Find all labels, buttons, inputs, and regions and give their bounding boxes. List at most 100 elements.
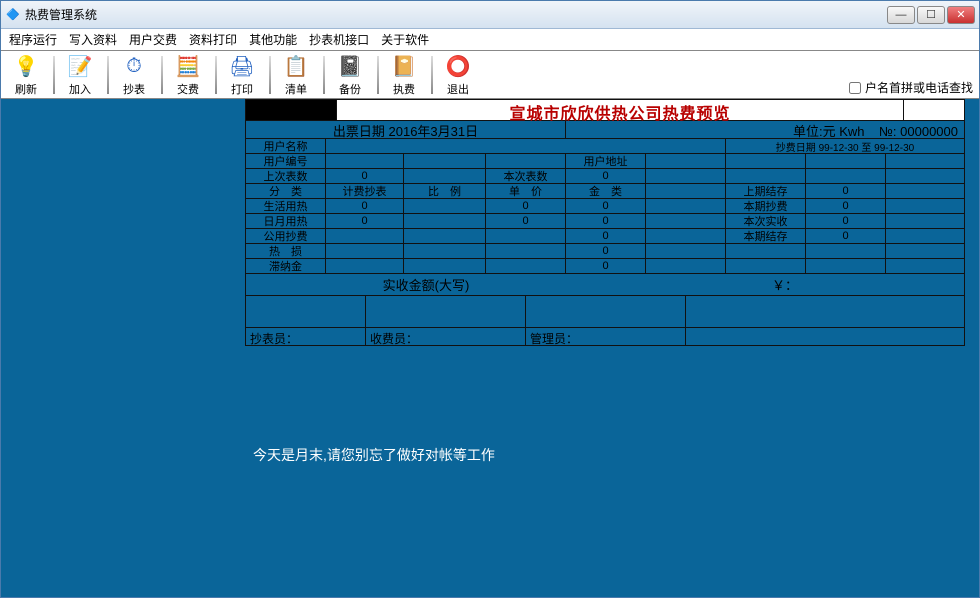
- menu-about[interactable]: 关于软件: [375, 29, 435, 50]
- amount-symbol: ￥：: [772, 275, 798, 294]
- grid-cell: 计费抄表: [326, 184, 404, 198]
- grid-row: 生活用热000本期抄费0: [246, 199, 964, 214]
- printer-icon: 🖨: [228, 53, 256, 81]
- grid-row: 滞纳金0: [246, 259, 964, 274]
- toolbar-separator: [215, 56, 217, 94]
- grid-cell: [646, 184, 726, 198]
- preview-title-row: 宣城市欣欣供热公司热费预览: [245, 99, 965, 121]
- sign-collector: 收费员：: [370, 330, 418, 347]
- grid-cell: [404, 199, 486, 213]
- tool-add[interactable]: 📝加入: [59, 53, 101, 97]
- grid-cell: 0: [806, 214, 886, 228]
- grid-cell: 0: [566, 229, 646, 243]
- grid-row: 公用抄费0本期结存0: [246, 229, 964, 244]
- grid-cell: 本次表数: [486, 169, 566, 183]
- grid-cell: 0: [326, 214, 404, 228]
- titlebar: 🔷 热费管理系统 — ☐ ✕: [1, 1, 979, 29]
- grid-cell: [486, 244, 566, 258]
- grid-cell: [646, 154, 726, 168]
- minimize-button[interactable]: —: [887, 6, 915, 24]
- grid-cell: [886, 259, 964, 273]
- tool-pay[interactable]: 🧮交费: [167, 53, 209, 97]
- grid-cell: 0: [566, 214, 646, 228]
- grid-cell: 0: [566, 244, 646, 258]
- grid-cell: [326, 259, 404, 273]
- unit-label: 单位:元 Kwh: [793, 124, 865, 138]
- tool-list[interactable]: 📋清单: [275, 53, 317, 97]
- grid-cell: 0: [486, 199, 566, 213]
- issue-date-value: 2016年3月31日: [389, 124, 479, 138]
- grid-cell: 0: [806, 184, 886, 198]
- grid-cell: [404, 214, 486, 228]
- sign-row: 抄表员： 收费员： 管理员：: [245, 328, 965, 346]
- grid-cell: 0: [566, 169, 646, 183]
- maximize-button[interactable]: ☐: [917, 6, 945, 24]
- grid-cell: 生活用热: [246, 199, 326, 213]
- grid-cell: 比 例: [404, 184, 486, 198]
- grid-cell: [326, 244, 404, 258]
- grid-cell: 用户名称: [246, 139, 326, 153]
- window-buttons: — ☐ ✕: [887, 6, 975, 24]
- grid-cell: 公用抄费: [246, 229, 326, 243]
- grid-row: 日月用热000本次实收0: [246, 214, 964, 229]
- menu-input[interactable]: 写入资料: [63, 29, 123, 50]
- grid-cell: 0: [806, 199, 886, 213]
- grid-cell: [326, 154, 404, 168]
- grid-cell: [326, 139, 726, 153]
- grid-cell: [886, 214, 964, 228]
- grid-cell: 0: [326, 199, 404, 213]
- toolbar-separator: [377, 56, 379, 94]
- tool-meter[interactable]: ⏱抄表: [113, 53, 155, 97]
- toolbar-separator: [107, 56, 109, 94]
- grid-cell: [886, 199, 964, 213]
- tool-refresh[interactable]: 💡刷新: [5, 53, 47, 97]
- window-title: 热费管理系统: [25, 6, 887, 23]
- menu-program[interactable]: 程序运行: [3, 29, 63, 50]
- grid-cell: [486, 229, 566, 243]
- grid-cell: [646, 259, 726, 273]
- close-button[interactable]: ✕: [947, 6, 975, 24]
- toolbar-separator: [161, 56, 163, 94]
- grid-cell: [806, 154, 886, 168]
- grid-cell: [886, 184, 964, 198]
- tool-fee[interactable]: 📔执费: [383, 53, 425, 97]
- grid-cell: [646, 169, 726, 183]
- grid-row: 分 类计费抄表比 例单 价金 类上期结存0: [246, 184, 964, 199]
- workspace: 宣城市欣欣供热公司热费预览 出票日期 2016年3月31日 单位:元 Kwh №…: [3, 99, 977, 595]
- bill-no-value: 00000000: [900, 124, 958, 138]
- list-icon: 📋: [282, 53, 310, 81]
- book-icon: 📓: [336, 53, 364, 81]
- search-checkbox[interactable]: [849, 82, 861, 94]
- grid-cell: 用户地址: [566, 154, 646, 168]
- grid-row: 热 损 0: [246, 244, 964, 259]
- grid-cell: [806, 244, 886, 258]
- lightbulb-icon: 💡: [12, 53, 40, 81]
- toolbar-separator: [269, 56, 271, 94]
- grid-cell: [806, 259, 886, 273]
- grid-cell: 日月用热: [246, 214, 326, 228]
- grid-cell: [326, 229, 404, 243]
- grid-cell: 本期结存: [726, 229, 806, 243]
- tool-exit[interactable]: ⭕退出: [437, 53, 479, 97]
- bill-preview: 宣城市欣欣供热公司热费预览 出票日期 2016年3月31日 单位:元 Kwh №…: [245, 99, 965, 346]
- grid-cell: 0: [486, 214, 566, 228]
- menubar: 程序运行 写入资料 用户交费 资料打印 其他功能 抄表机接口 关于软件: [1, 29, 979, 51]
- note-icon: 📝: [66, 53, 94, 81]
- issue-date-label: 出票日期: [333, 124, 385, 138]
- menu-other[interactable]: 其他功能: [243, 29, 303, 50]
- grid-cell: 滞纳金: [246, 259, 326, 273]
- tool-print[interactable]: 🖨打印: [221, 53, 263, 97]
- search-option: 户名首拼或电话查找: [849, 79, 973, 96]
- toolbar-separator: [53, 56, 55, 94]
- tool-backup[interactable]: 📓备份: [329, 53, 371, 97]
- amount-label: 实收金额(大写): [383, 275, 470, 294]
- grid-cell: 热 损: [246, 244, 326, 258]
- menu-print[interactable]: 资料打印: [183, 29, 243, 50]
- grid-cell: [726, 259, 806, 273]
- menu-payment[interactable]: 用户交费: [123, 29, 183, 50]
- grid-row: 上次表数0本次表数0: [246, 169, 964, 184]
- toolbar-separator: [323, 56, 325, 94]
- menu-meter[interactable]: 抄表机接口: [303, 29, 375, 50]
- toolbar-separator: [431, 56, 433, 94]
- sign-manager: 管理员：: [530, 330, 578, 347]
